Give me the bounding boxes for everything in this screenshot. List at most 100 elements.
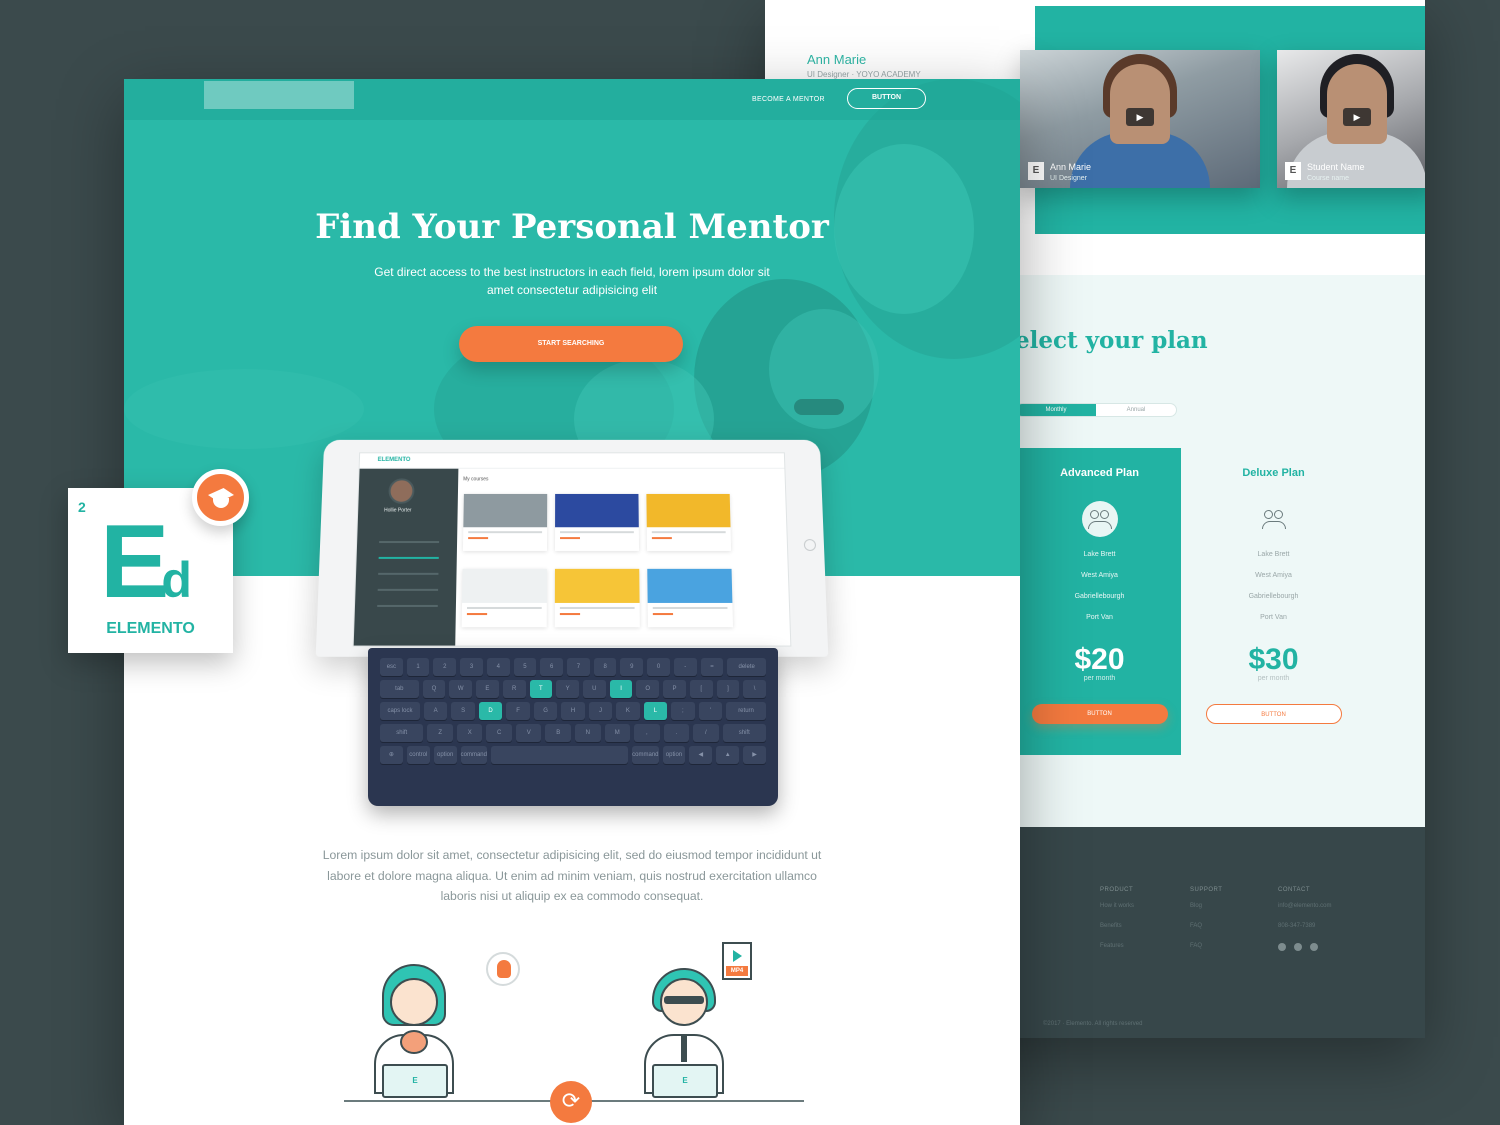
course-card[interactable] <box>461 568 547 628</box>
sunglasses <box>664 996 704 1004</box>
logo-placeholder[interactable] <box>204 81 354 109</box>
key: ⊕ <box>379 746 403 764</box>
lightbulb-icon <box>486 952 520 986</box>
key: W <box>449 680 473 698</box>
top-nav: BECOME A MENTOR BUTTON <box>124 79 1020 120</box>
avatar <box>388 478 415 504</box>
course-card[interactable] <box>554 568 640 628</box>
sidebar-item[interactable] <box>377 604 438 607</box>
key: ; <box>671 702 695 720</box>
course-card[interactable] <box>462 493 548 551</box>
key: R <box>502 680 526 698</box>
start-searching-button[interactable]: START SEARCHING <box>459 326 683 362</box>
plan-card-deluxe: Deluxe Plan Lake Brett West Amiya Gabrie… <box>1192 448 1355 755</box>
plan-period: per month <box>1083 675 1116 682</box>
key: 7 <box>567 658 590 676</box>
video-card-1[interactable]: ▶ E Ann Marie UI Designer <box>1020 50 1260 188</box>
video-subtitle: Course name <box>1307 175 1350 182</box>
footer-link[interactable]: Benefits <box>1100 923 1134 929</box>
plan-select-button[interactable]: BUTTON <box>1031 704 1168 724</box>
key: Y <box>556 680 579 698</box>
instagram-icon[interactable] <box>1294 943 1302 951</box>
sidebar-item-active[interactable] <box>378 556 439 559</box>
play-icon[interactable]: ▶ <box>1126 108 1154 126</box>
key: Q <box>422 680 446 698</box>
plan-feature: Gabriellebourgh <box>1074 593 1125 600</box>
footer-link[interactable]: FAQ <box>1190 943 1222 949</box>
tablet-mockup: ELEMENTO Hollie Porter My courses <box>315 439 829 657</box>
key: command <box>460 746 487 764</box>
footer-heading: PRODUCT <box>1100 887 1134 893</box>
key: N <box>575 724 601 742</box>
key: J <box>588 702 613 720</box>
sidebar-item[interactable] <box>378 572 439 575</box>
key: 0 <box>647 658 670 676</box>
play-icon[interactable]: ▶ <box>1343 108 1371 126</box>
key: return <box>726 702 766 720</box>
key: X <box>456 724 483 742</box>
footer-link[interactable]: How it works <box>1100 903 1134 909</box>
app-topbar: ELEMENTO <box>359 453 785 469</box>
footer-link[interactable]: Blog <box>1190 903 1222 909</box>
key: = <box>700 658 724 676</box>
laptop: E <box>382 1064 448 1098</box>
key: C <box>486 724 512 742</box>
sidebar-item[interactable] <box>377 588 439 591</box>
twitter-icon[interactable] <box>1310 943 1318 951</box>
facebook-icon[interactable] <box>1278 943 1286 951</box>
social-links <box>1278 943 1331 951</box>
toggle-annual[interactable]: Annual <box>1096 404 1176 416</box>
keyboard-row: shift Z X C V B N M , . / shift <box>380 724 766 742</box>
video-name: Student Name <box>1307 162 1365 172</box>
course-card[interactable] <box>647 568 734 628</box>
course-card[interactable] <box>554 493 640 551</box>
badge-symbol-big: E <box>100 504 169 620</box>
footer-link[interactable]: info@elemento.com <box>1278 903 1331 909</box>
key: control <box>406 746 430 764</box>
key: 4 <box>486 658 510 676</box>
billing-toggle[interactable]: Monthly Annual <box>1015 403 1177 417</box>
keyboard-row: caps lock A S D F G H J K L ; ' return <box>380 702 766 720</box>
sidebar-item[interactable] <box>379 541 440 544</box>
key: K <box>616 702 640 720</box>
plan-feature: Gabriellebourgh <box>1248 593 1299 600</box>
key: P <box>663 680 686 698</box>
plan-feature: Port Van <box>1260 614 1287 621</box>
toggle-monthly[interactable]: Monthly <box>1016 404 1096 416</box>
sync-icon[interactable]: ⟳ <box>550 1081 592 1123</box>
plan-feature: Lake Brett <box>1083 551 1116 558</box>
video-card-2[interactable]: ▶ E Student Name Course name <box>1277 50 1425 188</box>
video-person-face <box>1110 64 1170 144</box>
key: ▶ <box>743 746 767 764</box>
plan-name: Deluxe Plan <box>1242 467 1305 479</box>
file-tag: MP4 <box>726 966 748 976</box>
key-highlighted: D <box>478 702 503 720</box>
key: 8 <box>593 658 617 676</box>
course-card[interactable] <box>646 493 732 551</box>
footer-link[interactable]: FAQ <box>1190 923 1222 929</box>
footer-link[interactable]: 808-347-7389 <box>1278 923 1331 929</box>
mentor-group-icon <box>1256 501 1292 537</box>
key: 9 <box>620 658 644 676</box>
video-person-face <box>1327 64 1387 144</box>
app-sidebar: Hollie Porter <box>353 468 459 647</box>
key: shift <box>722 724 766 742</box>
badge-symbol: Ed <box>100 510 192 614</box>
key: option <box>433 746 457 764</box>
plan-card-advanced: Advanced Plan Lake Brett West Amiya Gabr… <box>1018 448 1181 755</box>
nav-button[interactable]: BUTTON <box>847 88 926 109</box>
key: B <box>545 724 571 742</box>
key-highlighted: T <box>529 680 553 698</box>
character-tie <box>681 1036 687 1062</box>
footer-link[interactable]: Features <box>1100 943 1134 949</box>
footer-col-support: SUPPORT Blog FAQ FAQ <box>1190 887 1222 963</box>
key: 2 <box>433 658 457 676</box>
key: \ <box>743 680 766 698</box>
plan-select-button[interactable]: BUTTON <box>1205 704 1342 724</box>
badge-symbol-small: d <box>161 552 192 608</box>
key: tab <box>380 680 419 698</box>
key: U <box>582 680 606 698</box>
hero-title: Find Your Personal Mentor <box>315 207 829 247</box>
key: E <box>476 680 499 698</box>
become-mentor-link[interactable]: BECOME A MENTOR <box>752 96 825 103</box>
